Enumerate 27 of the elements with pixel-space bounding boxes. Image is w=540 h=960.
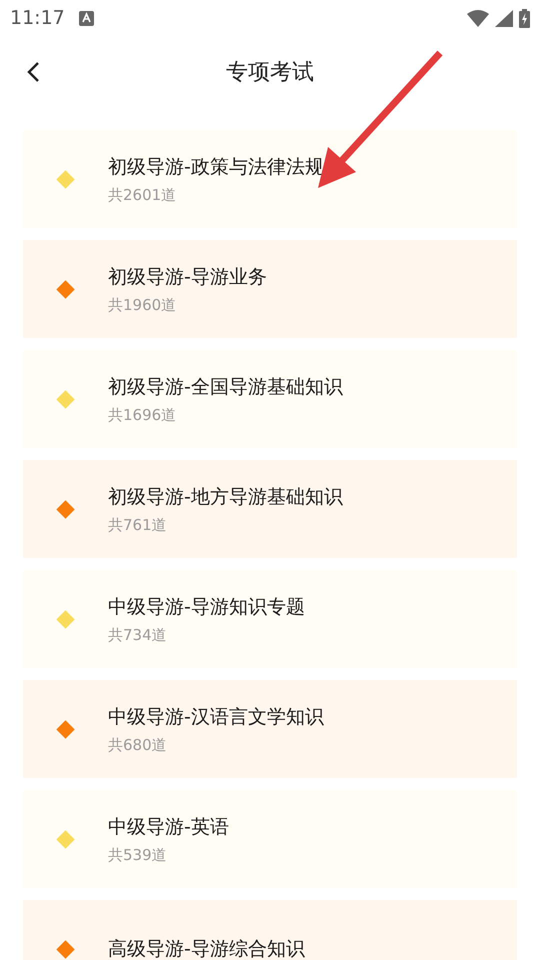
exam-card[interactable]: 初级导游-地方导游基础知识 共761道 bbox=[23, 460, 517, 558]
exam-title: 中级导游-英语 bbox=[108, 814, 229, 840]
exam-title: 中级导游-汉语言文学知识 bbox=[108, 704, 324, 730]
question-count: 共680道 bbox=[108, 736, 168, 754]
exam-card[interactable]: 中级导游-导游知识专题 共734道 bbox=[23, 570, 517, 668]
signal-icon bbox=[495, 10, 513, 26]
question-count: 共539道 bbox=[108, 846, 168, 864]
question-count: 共1696道 bbox=[108, 406, 178, 424]
exam-card[interactable]: 初级导游-导游业务 共1960道 bbox=[23, 240, 517, 338]
exam-title: 初级导游-地方导游基础知识 bbox=[108, 484, 343, 510]
exam-card[interactable]: 中级导游-汉语言文学知识 共680道 bbox=[23, 680, 517, 778]
keyboard-icon bbox=[78, 10, 94, 26]
exam-title: 高级导游-导游综合知识 bbox=[108, 937, 305, 960]
page-title: 专项考试 bbox=[226, 59, 314, 87]
exam-title: 初级导游-全国导游基础知识 bbox=[108, 374, 343, 400]
battery-icon bbox=[519, 8, 530, 28]
exam-card[interactable]: 中级导游-英语 共539道 bbox=[23, 790, 517, 888]
question-count: 共2601道 bbox=[108, 186, 178, 204]
exam-title: 中级导游-导游知识专题 bbox=[108, 594, 305, 620]
exam-card[interactable]: 高级导游-导游综合知识 bbox=[23, 900, 517, 960]
status-time: 11:17 bbox=[10, 7, 65, 29]
exam-title: 初级导游-导游业务 bbox=[108, 264, 267, 290]
exam-card[interactable]: 初级导游-全国导游基础知识 共1696道 bbox=[23, 350, 517, 448]
question-count: 共1960道 bbox=[108, 296, 178, 314]
wifi-icon bbox=[467, 10, 489, 26]
question-count: 共734道 bbox=[108, 626, 168, 644]
question-count: 共761道 bbox=[108, 516, 168, 534]
